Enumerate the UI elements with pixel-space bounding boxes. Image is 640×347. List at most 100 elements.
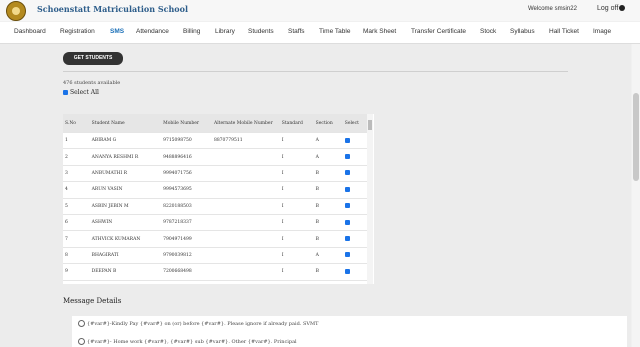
row-select-cell <box>342 213 367 231</box>
table-cell: I <box>279 181 314 199</box>
col-alt-mobile: Alternate Mobile Number <box>211 114 280 133</box>
students-table: S.No Student Name Mobile Number Alternat… <box>63 114 374 284</box>
main-content: GET STUDENTS 476 students available Sele… <box>0 44 631 347</box>
table-cell: ASHWIN <box>89 213 162 231</box>
row-select-checkbox[interactable] <box>344 236 350 242</box>
table-row: 3 ANBUMATHI R 9994071756 I B <box>63 164 367 182</box>
table-cell: A <box>313 279 343 284</box>
table-cell <box>211 230 280 248</box>
select-all-label[interactable]: Select All <box>70 89 99 96</box>
message-text[interactable]: {#var#}- Home work {#var#}, {#var#} sub … <box>87 339 297 345</box>
message-radio[interactable] <box>78 338 85 345</box>
row-select-checkbox[interactable] <box>344 170 350 176</box>
table-cell: I <box>279 246 314 264</box>
table-cell: 9 <box>63 263 90 281</box>
table-cell: ESAKKI SAKTHI <box>89 279 162 284</box>
nav-hall-ticket[interactable]: Hall Ticket <box>549 28 579 35</box>
page-scrollbar[interactable] <box>632 44 640 347</box>
table-cell: 7 <box>63 230 90 248</box>
table-cell: 8870779511 <box>211 131 280 149</box>
table-cell: B <box>313 213 343 231</box>
school-logo <box>6 1 26 21</box>
table-cell: A <box>313 148 343 166</box>
col-sno: S.No <box>63 114 90 133</box>
table-cell: I <box>279 131 314 149</box>
nav-students[interactable]: Students <box>248 28 274 35</box>
nav-billing[interactable]: Billing <box>183 28 200 35</box>
table-cell: 9790039812 <box>161 246 212 264</box>
logoff-link[interactable]: Log off <box>597 5 626 12</box>
table-cell: I <box>279 148 314 166</box>
select-all-checkbox[interactable] <box>63 90 68 95</box>
row-select-checkbox[interactable] <box>344 203 350 209</box>
nav-library[interactable]: Library <box>215 28 235 35</box>
table-cell <box>211 213 280 231</box>
table-scroll-thumb[interactable] <box>368 120 372 130</box>
table-cell: 9884699178 <box>161 279 212 284</box>
table-row: 5 ASBIN JEBIN M 8220188503 I B <box>63 197 367 215</box>
table-cell <box>211 197 280 215</box>
nav-syllabus[interactable]: Syllabus <box>510 28 535 35</box>
row-select-checkbox[interactable] <box>344 252 350 258</box>
logoff-label[interactable]: Log off <box>597 5 618 12</box>
message-text[interactable]: {#var#}-Kindly Pay {#var#} on (or) befor… <box>87 321 318 327</box>
nav-image[interactable]: Image <box>593 28 611 35</box>
row-select-cell <box>342 230 367 248</box>
table-cell: 6 <box>63 213 90 231</box>
nav-registration[interactable]: Registration <box>60 28 95 35</box>
table-cell <box>211 148 280 166</box>
table-row: 2 ANANYA RESHMI R 9488896416 I A <box>63 148 367 166</box>
row-select-checkbox[interactable] <box>344 154 350 160</box>
nav-dashboard[interactable]: Dashboard <box>14 28 46 35</box>
table-cell: 10 <box>63 279 90 284</box>
row-select-checkbox[interactable] <box>344 137 350 143</box>
power-icon[interactable] <box>619 5 626 12</box>
table-row: 7 ATHVICK KUMARAN 7904971499 I B <box>63 230 367 248</box>
main-nav: Dashboard Registration SMS Attendance Bi… <box>0 22 640 44</box>
table-cell: 9488896416 <box>161 148 212 166</box>
nav-transfer-certificate[interactable]: Transfer Certificate <box>411 28 466 35</box>
table-cell: ASBIN JEBIN M <box>89 197 162 215</box>
table-cell: I <box>279 197 314 215</box>
message-option[interactable]: {#var#}-Kindly Pay {#var#} on (or) befor… <box>78 320 318 327</box>
nav-mark-sheet[interactable]: Mark Sheet <box>363 28 396 35</box>
table-cell <box>211 263 280 281</box>
nav-time-table[interactable]: Time Table <box>319 28 350 35</box>
table-header-row: S.No Student Name Mobile Number Alternat… <box>63 114 367 133</box>
nav-sms[interactable]: SMS <box>110 28 124 35</box>
table-cell: ANBUMATHI R <box>89 164 162 182</box>
table-cell: I <box>279 230 314 248</box>
message-radio[interactable] <box>78 320 85 327</box>
table-cell: B <box>313 263 343 281</box>
message-details-title: Message Details <box>63 297 122 305</box>
table-cell: I <box>279 263 314 281</box>
row-select-cell <box>342 279 367 284</box>
row-select-checkbox[interactable] <box>344 268 350 274</box>
table-row: 1 ABIRAM G 9715098750 8870779511 I A <box>63 131 367 149</box>
table-cell: 3 <box>63 164 90 182</box>
row-select-checkbox[interactable] <box>344 219 350 225</box>
table-scrollbar[interactable] <box>367 114 373 284</box>
table-cell <box>211 279 280 284</box>
select-all[interactable]: Select All <box>63 89 99 96</box>
table-cell: 9715098750 <box>161 131 212 149</box>
message-option[interactable]: {#var#}- Home work {#var#}, {#var#} sub … <box>78 338 297 345</box>
col-standard: Standard <box>279 114 314 133</box>
page-scroll-thumb[interactable] <box>633 93 639 181</box>
table-cell: 7904971499 <box>161 230 212 248</box>
nav-staffs[interactable]: Staffs <box>288 28 305 35</box>
table-cell: ANANYA RESHMI R <box>89 148 162 166</box>
nav-stock[interactable]: Stock <box>480 28 496 35</box>
col-section: Section <box>313 114 343 133</box>
row-select-cell <box>342 246 367 264</box>
table-cell: I <box>279 164 314 182</box>
table-cell: B <box>313 230 343 248</box>
table-cell: A <box>313 246 343 264</box>
table-cell: 9787218337 <box>161 213 212 231</box>
row-select-cell <box>342 197 367 215</box>
nav-attendance[interactable]: Attendance <box>136 28 169 35</box>
table-cell: 1 <box>63 131 90 149</box>
row-select-checkbox[interactable] <box>344 186 350 192</box>
get-students-button[interactable]: GET STUDENTS <box>63 52 123 65</box>
table-cell: B <box>313 181 343 199</box>
